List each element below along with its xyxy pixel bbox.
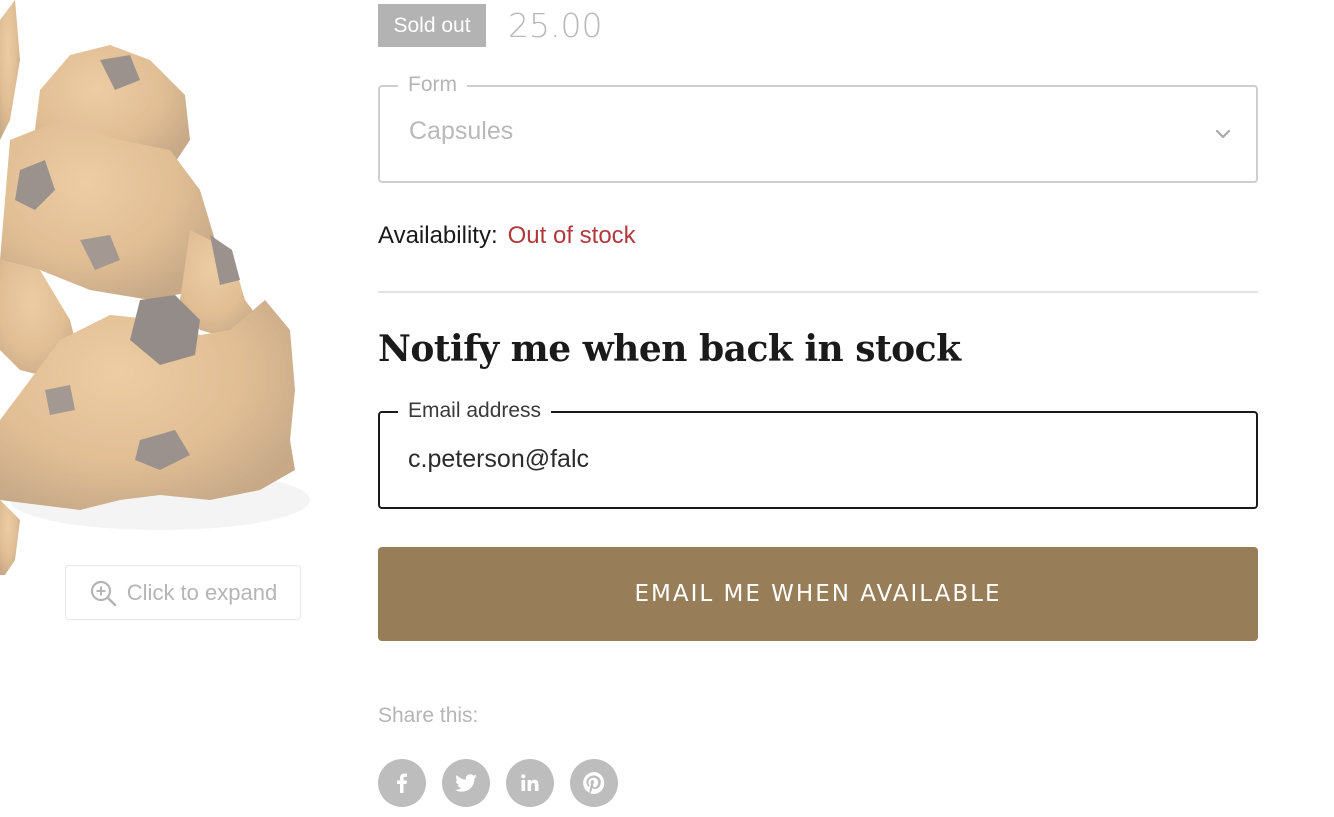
form-select[interactable]: Form Capsules bbox=[378, 72, 1258, 183]
sold-out-badge: Sold out bbox=[378, 4, 486, 47]
product-image[interactable] bbox=[0, 0, 340, 580]
product-page: Click to expand Sold out 25.00 Form Caps… bbox=[0, 0, 1334, 817]
email-input[interactable] bbox=[408, 439, 1228, 479]
availability-status: Out of stock bbox=[507, 222, 636, 249]
chevron-down-icon bbox=[1215, 129, 1231, 139]
availability-label: Availability: bbox=[378, 222, 498, 249]
email-field[interactable]: Email address bbox=[378, 398, 1258, 509]
linkedin-icon[interactable] bbox=[506, 759, 554, 807]
share-icons bbox=[378, 759, 618, 807]
availability: Availability: Out of stock bbox=[378, 220, 636, 252]
facebook-icon[interactable] bbox=[378, 759, 426, 807]
click-to-expand-button[interactable]: Click to expand bbox=[65, 565, 301, 620]
email-field-label: Email address bbox=[398, 398, 552, 424]
form-select-value: Capsules bbox=[409, 117, 514, 145]
twitter-icon[interactable] bbox=[442, 759, 490, 807]
share-label: Share this: bbox=[378, 704, 479, 727]
notify-heading: Notify me when back in stock bbox=[378, 328, 961, 370]
pinterest-icon[interactable] bbox=[570, 759, 618, 807]
email-me-when-available-button[interactable]: EMAIL ME WHEN AVAILABLE bbox=[378, 547, 1258, 641]
expand-label: Click to expand bbox=[126, 579, 278, 605]
form-select-label: Form bbox=[398, 72, 467, 98]
zoom-in-icon bbox=[90, 580, 117, 606]
product-price: 25.00 bbox=[508, 6, 603, 45]
divider bbox=[378, 291, 1258, 293]
